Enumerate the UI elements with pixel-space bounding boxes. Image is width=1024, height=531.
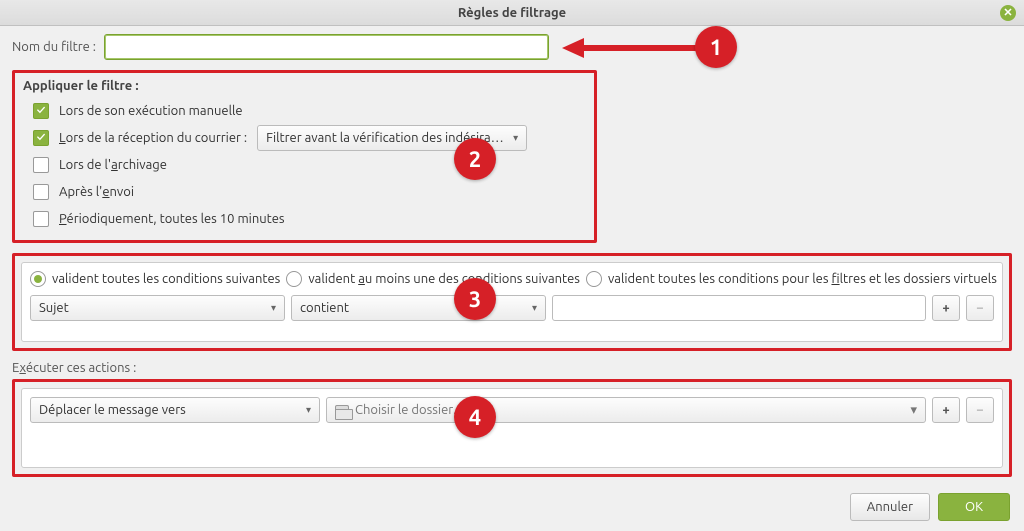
on-receive-checkbox[interactable] (33, 130, 49, 146)
condition-match-radios: valident toutes les conditions suivantes… (30, 271, 994, 287)
condition-row: Sujet ▾ contient ▾ + − (30, 295, 994, 321)
manual-label: Lors de son exécution manuelle (59, 104, 243, 118)
actions-title: Exécuter ces actions : (12, 361, 1012, 375)
chevron-down-icon: ▾ (306, 404, 311, 416)
condition-value-input[interactable] (552, 295, 926, 321)
callout-1: 1 (695, 26, 737, 68)
ok-button[interactable]: OK (938, 493, 1010, 521)
chevron-down-icon: ▾ (513, 132, 518, 144)
dialog-footer: Annuler OK (850, 493, 1010, 521)
filter-name-input[interactable] (104, 34, 549, 60)
actions-group: Déplacer le message vers ▾ Choisir le do… (12, 379, 1012, 477)
conditions-panel: valident toutes les conditions suivantes… (21, 262, 1003, 342)
add-condition-button[interactable]: + (932, 295, 960, 321)
after-send-label: Après l'envoi (59, 185, 134, 199)
chevron-down-icon: ▾ (532, 302, 537, 314)
add-action-button[interactable]: + (932, 397, 960, 423)
ok-label: OK (965, 500, 983, 514)
radio-virtual-label: valident toutes les conditions pour les … (608, 272, 997, 286)
callout-1-num: 1 (710, 35, 722, 60)
condition-field-text: Sujet (39, 301, 69, 315)
periodic-checkbox[interactable] (33, 211, 49, 227)
archiving-label: Lors de l'archivage (59, 158, 167, 172)
arrow-icon (562, 38, 702, 62)
close-icon[interactable]: ✕ (1000, 5, 1016, 21)
radio-all-label: valident toutes les conditions suivantes (52, 272, 280, 286)
remove-condition-button[interactable]: − (966, 295, 994, 321)
radio-virtual[interactable] (586, 271, 602, 287)
callout-2-num: 2 (469, 147, 481, 172)
callout-2: 2 (454, 138, 496, 180)
action-row: Déplacer le message vers ▾ Choisir le do… (30, 397, 994, 423)
cancel-button[interactable]: Annuler (850, 493, 930, 521)
apply-filter-title: Appliquer le filtre : (23, 79, 586, 93)
after-send-checkbox[interactable] (33, 184, 49, 200)
condition-op-dropdown[interactable]: contient ▾ (291, 295, 546, 321)
folder-target-dropdown[interactable]: Choisir le dossier… ▾ (326, 397, 926, 423)
actions-panel: Déplacer le message vers ▾ Choisir le do… (21, 388, 1003, 468)
chevron-down-icon: ▾ (910, 403, 917, 418)
condition-op-text: contient (300, 301, 349, 315)
conditions-group: valident toutes les conditions suivantes… (12, 253, 1012, 351)
filter-name-label: Nom du filtre : (12, 40, 96, 54)
chevron-down-icon: ▾ (271, 302, 276, 314)
radio-any[interactable] (286, 271, 302, 287)
radio-all[interactable] (30, 271, 46, 287)
title-bar: Règles de filtrage ✕ (0, 0, 1024, 26)
archiving-checkbox[interactable] (33, 157, 49, 173)
callout-3-num: 3 (469, 287, 481, 312)
manual-checkbox[interactable] (33, 103, 49, 119)
window-title: Règles de filtrage (458, 6, 566, 20)
action-dropdown[interactable]: Déplacer le message vers ▾ (30, 397, 320, 423)
folder-target-text: Choisir le dossier… (355, 403, 904, 417)
folder-icon (335, 405, 349, 416)
radio-any-label: valident au moins une des conditions sui… (308, 272, 580, 286)
periodic-label: Périodiquement, toutes les 10 minutes (59, 212, 285, 226)
callout-3: 3 (454, 278, 496, 320)
condition-field-dropdown[interactable]: Sujet ▾ (30, 295, 285, 321)
callout-4: 4 (454, 396, 496, 438)
remove-action-button[interactable]: − (966, 397, 994, 423)
apply-filter-group: Appliquer le filtre : Lors de son exécut… (12, 70, 597, 243)
cancel-label: Annuler (867, 500, 913, 514)
callout-4-num: 4 (469, 405, 481, 430)
on-receive-label: Lors de la réception du courrier : (59, 131, 247, 145)
action-dropdown-text: Déplacer le message vers (39, 403, 186, 417)
